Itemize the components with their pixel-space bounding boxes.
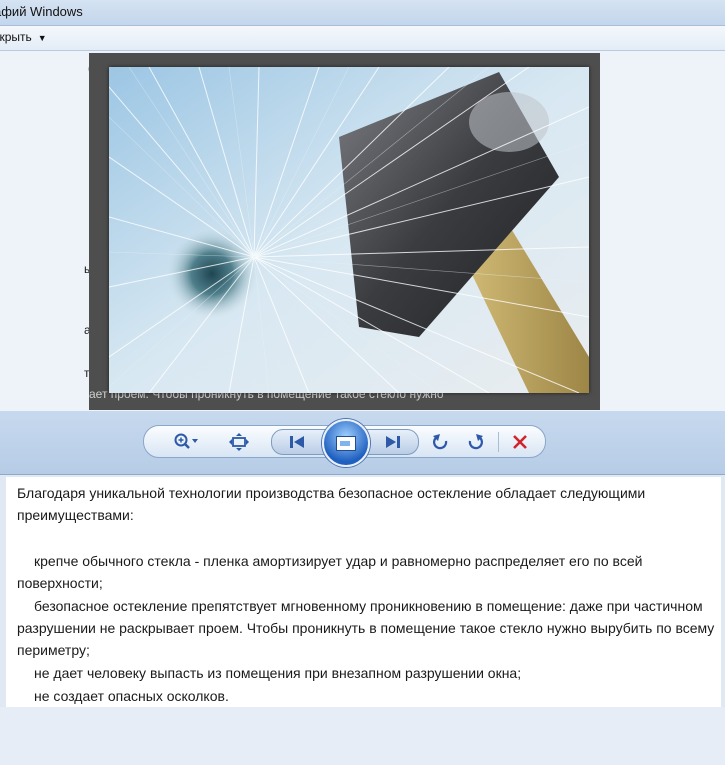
window-title: афий Windows bbox=[0, 4, 83, 19]
list-item: безопасное остекление препятствует мгнов… bbox=[17, 598, 715, 658]
slideshow-icon bbox=[336, 435, 356, 451]
intro-paragraph: Благодаря уникальной технологии производ… bbox=[17, 485, 646, 523]
toolbar-divider bbox=[498, 432, 499, 452]
viewer-toolbar bbox=[0, 411, 725, 475]
empty-area bbox=[0, 707, 725, 765]
open-menu[interactable]: ткрыть ▼ bbox=[0, 30, 47, 44]
broken-glass-photo[interactable] bbox=[109, 67, 589, 393]
menu-bar: ткрыть ▼ bbox=[0, 26, 725, 51]
rotate-cw-icon[interactable] bbox=[463, 431, 487, 453]
list-item: не дает человеку выпасть из помещения пр… bbox=[34, 665, 522, 681]
actual-size-icon[interactable] bbox=[227, 431, 251, 453]
delete-icon[interactable] bbox=[508, 431, 532, 453]
slideshow-button[interactable] bbox=[322, 419, 370, 467]
toolbar-pill bbox=[143, 419, 546, 467]
open-menu-label: ткрыть bbox=[0, 30, 32, 44]
next-icon[interactable] bbox=[382, 431, 404, 453]
title-bar: афий Windows bbox=[0, 0, 725, 26]
list-item: не создает опасных осколков. bbox=[34, 688, 229, 704]
chevron-down-icon: ▼ bbox=[37, 33, 47, 43]
zoom-icon[interactable] bbox=[169, 431, 203, 453]
rotate-ccw-icon[interactable] bbox=[429, 431, 453, 453]
broken-glass-image bbox=[109, 67, 589, 393]
previous-icon[interactable] bbox=[286, 431, 308, 453]
list-item: крепче обычного стекла - пленка амортизи… bbox=[17, 553, 643, 591]
document-text: Благодаря уникальной технологии производ… bbox=[6, 477, 721, 707]
photo-overlay: ает проем. Чтобы проникнуть в помещение … bbox=[89, 53, 600, 410]
image-viewer: б | ы пр а а тву ает проем. Чтобы проник… bbox=[0, 51, 725, 411]
